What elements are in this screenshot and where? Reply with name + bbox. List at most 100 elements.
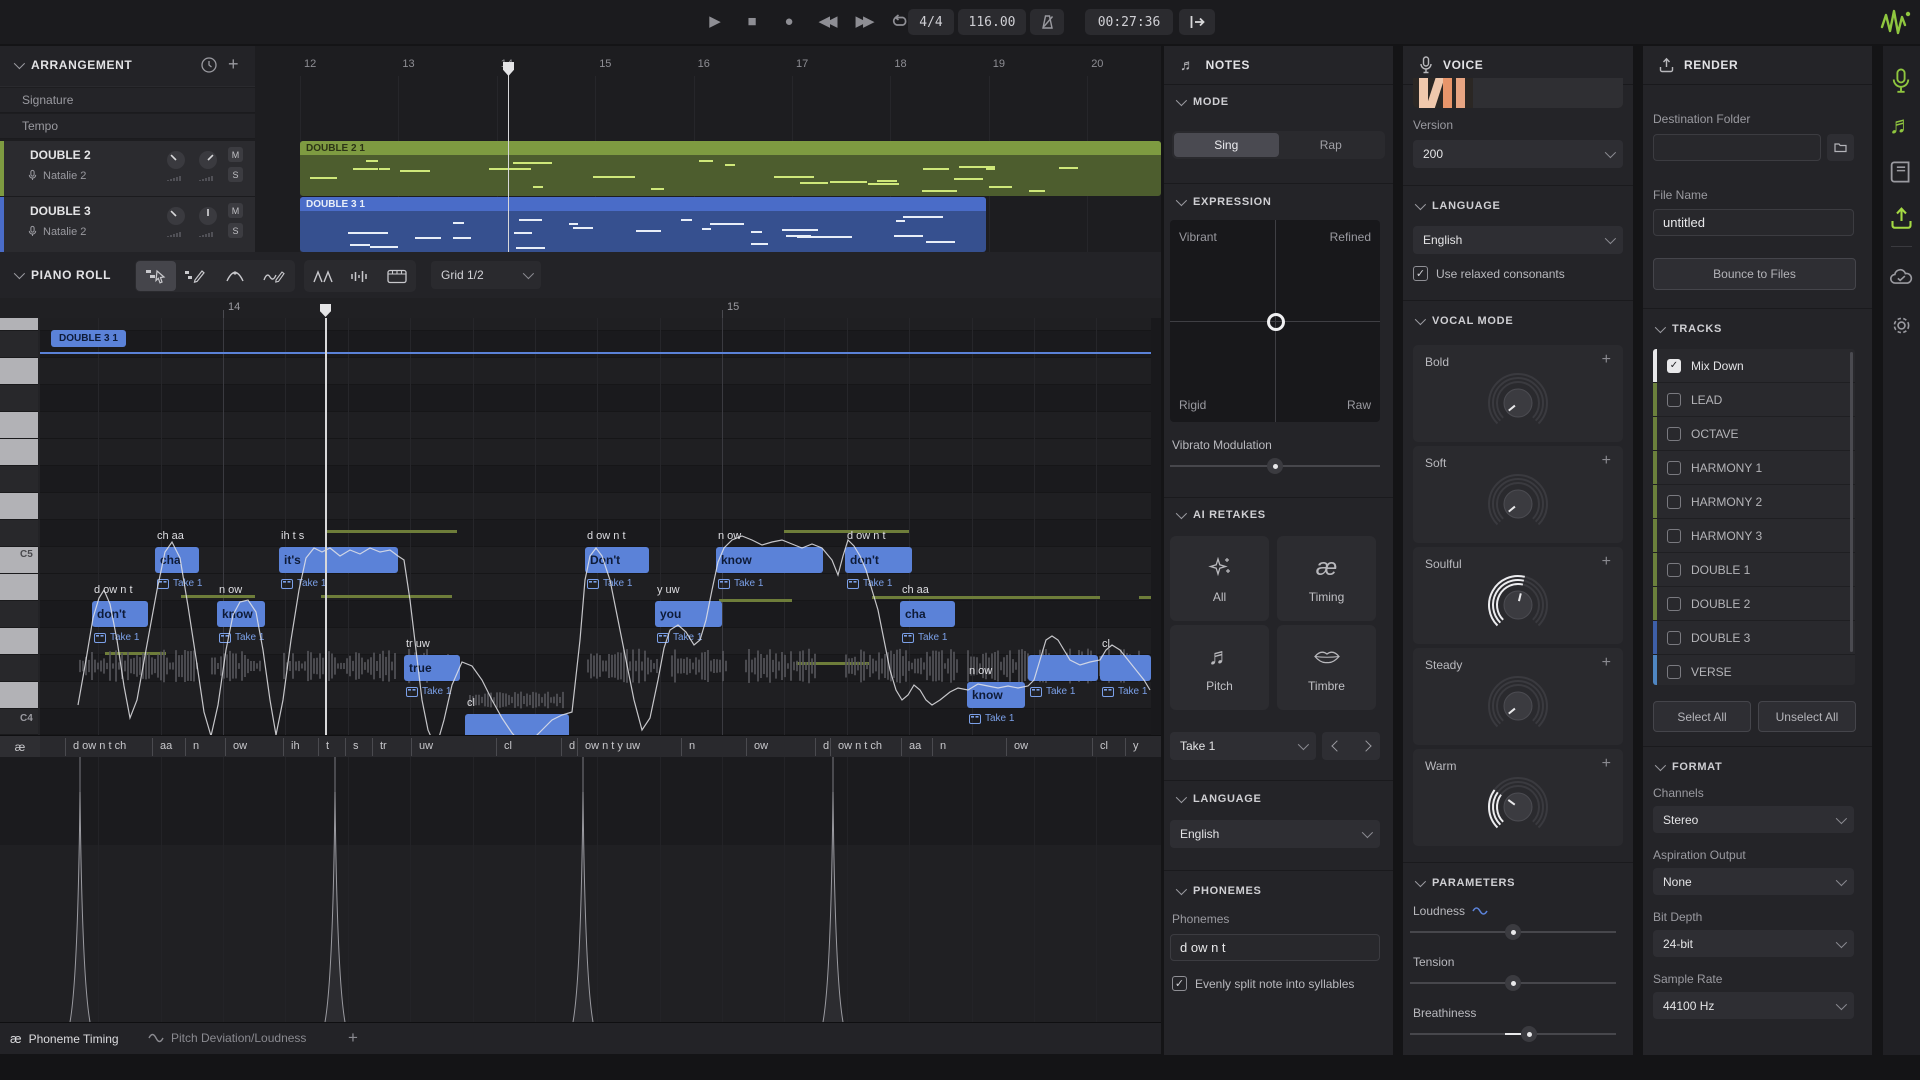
- phoneme-segment[interactable]: d: [569, 740, 575, 752]
- phoneme-separator[interactable]: [1092, 738, 1093, 756]
- note-it's[interactable]: it's: [279, 547, 398, 573]
- bold-knob[interactable]: [1479, 369, 1557, 435]
- expression-xy-pad[interactable]: Vibrant Refined Rigid Raw: [1170, 220, 1380, 422]
- add-automation-button[interactable]: +: [1602, 553, 1611, 571]
- phoneme-separator[interactable]: [372, 738, 373, 756]
- chevron-down-icon[interactable]: [1176, 195, 1187, 206]
- follow-playhead-button[interactable]: [1179, 9, 1215, 35]
- stop-button[interactable]: ■: [737, 6, 767, 36]
- note-you[interactable]: you: [655, 601, 722, 627]
- track-list-scrollbar[interactable]: [1850, 352, 1853, 652]
- retake-timbre-button[interactable]: Timbre: [1277, 625, 1376, 710]
- checkbox-unchecked-icon[interactable]: [1667, 495, 1681, 509]
- chevron-down-icon[interactable]: [14, 268, 25, 279]
- fast-forward-button[interactable]: ▶▶: [848, 6, 878, 36]
- clip-double-3-1[interactable]: DOUBLE 3 1: [300, 197, 986, 252]
- phoneme-segment[interactable]: cl: [1100, 740, 1108, 752]
- clip-double-2-1[interactable]: DOUBLE 2 1: [300, 141, 1161, 196]
- phoneme-separator[interactable]: [746, 738, 747, 756]
- volume-knob[interactable]: [165, 205, 187, 227]
- metronome-button[interactable]: [1030, 9, 1064, 35]
- pitch-curve-toggle-button[interactable]: [305, 261, 342, 291]
- piano-roll-playhead-line[interactable]: [325, 318, 327, 735]
- render-track-row-double-3[interactable]: DOUBLE 3: [1653, 621, 1855, 655]
- phoneme-separator[interactable]: [152, 738, 153, 756]
- add-automation-button[interactable]: +: [1602, 654, 1611, 672]
- previous-take-button[interactable]: [1322, 732, 1351, 760]
- phoneme-segment[interactable]: n: [193, 740, 199, 752]
- take-badge[interactable]: Take 1: [219, 632, 264, 643]
- mute-button[interactable]: M: [228, 203, 243, 218]
- render-track-row-lead[interactable]: LEAD: [1653, 383, 1855, 417]
- arrangement-playhead-line[interactable]: [508, 72, 509, 252]
- take-select[interactable]: Take 1: [1170, 732, 1316, 760]
- loudness-toggle-button[interactable]: [342, 261, 379, 291]
- take-badge[interactable]: Take 1: [902, 632, 947, 643]
- chevron-down-icon[interactable]: [1415, 876, 1426, 887]
- steady-knob[interactable]: [1479, 672, 1557, 738]
- aspiration-output-select[interactable]: None: [1653, 868, 1854, 895]
- phoneme-timing-lane[interactable]: [0, 757, 1161, 1022]
- tempo-map-icon[interactable]: [200, 56, 218, 74]
- phoneme-timing-strip[interactable]: æd ow n t chaanowihtstruwcldow n t y uwn…: [0, 735, 1161, 759]
- phoneme-separator[interactable]: [345, 738, 346, 756]
- channels-select[interactable]: Stereo: [1653, 806, 1854, 833]
- expression-handle[interactable]: [1267, 313, 1285, 331]
- piano-roll-grid[interactable]: C5C4DOUBLE 3 1don'td ow n tTake 1chach a…: [0, 318, 1161, 735]
- note-know[interactable]: know: [217, 601, 265, 627]
- volume-knob[interactable]: [165, 149, 187, 171]
- phoneme-segment[interactable]: tr: [380, 740, 387, 752]
- take-badge[interactable]: Take 1: [281, 578, 326, 589]
- add-automation-button[interactable]: +: [1602, 351, 1611, 369]
- chevron-down-icon[interactable]: [1176, 508, 1187, 519]
- dictionary-icon[interactable]: [1890, 160, 1912, 184]
- render-upload-icon[interactable]: [1890, 206, 1913, 230]
- note-Don't[interactable]: Don't: [585, 547, 649, 573]
- render-track-row-double-1[interactable]: DOUBLE 1: [1653, 553, 1855, 587]
- note-true[interactable]: true: [404, 655, 460, 681]
- phoneme-segment[interactable]: uw: [419, 740, 433, 752]
- checkbox-unchecked-icon[interactable]: [1667, 393, 1681, 407]
- evenly-split-checkbox-row[interactable]: ✓ Evenly split note into syllables: [1172, 976, 1354, 991]
- phoneme-separator[interactable]: [901, 738, 902, 756]
- phoneme-separator[interactable]: [577, 738, 578, 756]
- phoneme-segment[interactable]: ow n t ch: [838, 740, 882, 752]
- checkbox-checked-icon[interactable]: ✓: [1413, 266, 1428, 281]
- render-track-row-double-2[interactable]: DOUBLE 2: [1653, 587, 1855, 621]
- record-button[interactable]: ●: [774, 6, 804, 36]
- version-select[interactable]: 200: [1413, 140, 1623, 168]
- arrangement-timeline[interactable]: 121314151617181920DOUBLE 2 1DOUBLE 3 1: [255, 46, 1161, 252]
- phoneme-segment[interactable]: cl: [504, 740, 512, 752]
- take-badge[interactable]: Take 1: [406, 686, 451, 697]
- chevron-down-icon[interactable]: [1176, 95, 1187, 106]
- loudness-slider[interactable]: [1410, 924, 1616, 940]
- take-badge[interactable]: Take 1: [157, 578, 202, 589]
- phoneme-separator[interactable]: [932, 738, 933, 756]
- render-track-row-mix-down[interactable]: ✓Mix Down: [1653, 349, 1855, 383]
- phoneme-segment[interactable]: ih: [291, 740, 300, 752]
- checkbox-unchecked-icon[interactable]: [1667, 529, 1681, 543]
- retake-pitch-button[interactable]: ♬Pitch: [1170, 625, 1269, 710]
- phonemes-input[interactable]: d ow n t: [1170, 934, 1380, 961]
- note-don't[interactable]: don't: [845, 547, 912, 573]
- relaxed-consonants-checkbox-row[interactable]: ✓ Use relaxed consonants: [1413, 266, 1565, 281]
- tension-slider[interactable]: [1410, 975, 1616, 991]
- tab-phoneme-timing[interactable]: æPhoneme Timing: [10, 1031, 119, 1046]
- chevron-down-icon[interactable]: [1415, 314, 1426, 325]
- rewind-button[interactable]: ◀◀: [811, 6, 841, 36]
- chevron-down-icon[interactable]: [1176, 884, 1187, 895]
- bounce-to-files-button[interactable]: Bounce to Files: [1653, 258, 1856, 290]
- track-header-double-2[interactable]: DOUBLE 2Natalie 2MS: [0, 141, 255, 197]
- take-badge[interactable]: Take 1: [1030, 686, 1075, 697]
- mute-button[interactable]: M: [228, 147, 243, 162]
- render-track-row-octave[interactable]: OCTAVE: [1653, 417, 1855, 451]
- mode-sing-button[interactable]: Sing: [1174, 133, 1279, 157]
- checkbox-unchecked-icon[interactable]: [1667, 631, 1681, 645]
- checkbox-unchecked-icon[interactable]: [1667, 427, 1681, 441]
- phoneme-separator[interactable]: [496, 738, 497, 756]
- timing-markers[interactable]: [0, 757, 1161, 1022]
- soulful-knob[interactable]: [1479, 571, 1557, 637]
- voice-banner-art[interactable]: [1413, 78, 1623, 108]
- note-know[interactable]: know: [716, 547, 823, 573]
- phoneme-separator[interactable]: [561, 738, 562, 756]
